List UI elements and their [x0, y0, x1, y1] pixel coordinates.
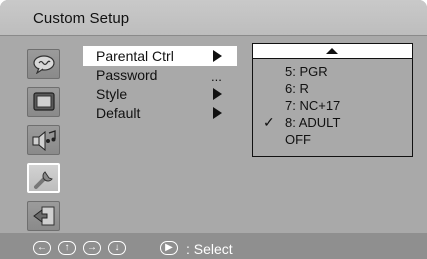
tv-screen-icon: [32, 91, 56, 113]
options-scroll-up[interactable]: [253, 44, 412, 59]
parental-level-options: 5: PGR 6: R 7: NC+17 ✓ 8: ADULT OFF: [252, 43, 413, 157]
menu-item-password[interactable]: Password: [96, 67, 157, 84]
menu-item-style[interactable]: Style: [96, 86, 127, 103]
option-off[interactable]: OFF: [285, 132, 311, 147]
menu-item-default[interactable]: Default: [96, 105, 140, 122]
play-icon: ▶: [160, 241, 178, 255]
down-arrow-icon: ↓: [108, 241, 126, 255]
right-arrow-icon: [213, 88, 222, 100]
right-arrow-icon: [213, 50, 222, 62]
sidebar-item-exit[interactable]: [27, 201, 60, 231]
exit-icon: [32, 205, 56, 227]
sidebar-item-custom-setup[interactable]: [27, 163, 60, 193]
sidebar-item-language[interactable]: [27, 49, 60, 79]
select-hint: : Select: [186, 241, 233, 257]
option-8-adult[interactable]: 8: ADULT: [285, 115, 340, 130]
option-6-r[interactable]: 6: R: [285, 81, 309, 96]
speaker-music-icon: [31, 129, 57, 151]
left-arrow-icon: ←: [33, 241, 51, 255]
wrench-icon: [32, 166, 56, 190]
up-arrow-icon: [326, 48, 338, 54]
custom-setup-screen: Custom Setup Parental Ctrl Password ... …: [0, 0, 427, 259]
page-title: Custom Setup: [33, 10, 130, 27]
sidebar-item-audio[interactable]: [27, 125, 60, 155]
title-bar: Custom Setup: [0, 0, 427, 36]
option-5-pgr[interactable]: 5: PGR: [285, 64, 328, 79]
menu-item-password-indicator: ...: [211, 69, 222, 84]
check-icon: ✓: [263, 114, 275, 130]
menu-item-parental-ctrl[interactable]: Parental Ctrl: [96, 48, 174, 65]
speech-bubble-icon: [32, 54, 56, 74]
up-arrow-icon: ↑: [58, 241, 76, 255]
option-7-nc17[interactable]: 7: NC+17: [285, 98, 340, 113]
sidebar-item-display[interactable]: [27, 87, 60, 117]
right-arrow-icon: [213, 107, 222, 119]
right-arrow-icon: →: [83, 241, 101, 255]
